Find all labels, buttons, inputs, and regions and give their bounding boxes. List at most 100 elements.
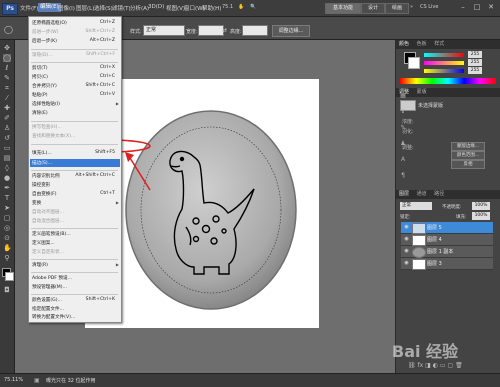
link-icon[interactable]: ⛓ xyxy=(408,362,416,369)
menu-item-step-forward[interactable]: 前进一步(W) xyxy=(32,29,59,35)
brush-presets-icon[interactable]: ✎ xyxy=(399,124,407,132)
hand-tool-icon[interactable]: ✋ xyxy=(3,244,12,252)
layer-row[interactable]: ◉ 图层 5 xyxy=(401,222,493,234)
healing-tool-icon[interactable]: ✚ xyxy=(3,104,11,112)
blur-tool-icon[interactable]: ◊ xyxy=(3,164,11,172)
menu-image[interactable]: 图像(I) xyxy=(58,4,75,12)
menu-item-define-pattern[interactable]: 定义图案... xyxy=(32,240,55,246)
mask-edge-button[interactable]: 蒙版边缘... xyxy=(451,142,485,151)
tab-masks[interactable]: 蒙版 xyxy=(417,89,427,95)
menu-item-paste[interactable]: 粘贴(P) xyxy=(32,92,48,98)
zoom-tool-icon[interactable]: 🔍 xyxy=(250,4,256,10)
menu-item-clear[interactable]: 清除(E) xyxy=(32,110,48,116)
3d-camera-tool-icon[interactable]: ⊙ xyxy=(3,234,11,242)
layer-name[interactable]: 图层 5 xyxy=(427,224,442,231)
brush-tool-icon[interactable]: ✐ xyxy=(3,114,11,122)
layer-name[interactable]: 图层 4 xyxy=(427,236,442,243)
color-spectrum-bar[interactable] xyxy=(400,78,496,84)
zoom-tool-icon[interactable]: ⚲ xyxy=(3,254,11,262)
minimize-button[interactable]: – xyxy=(458,3,468,12)
swap-icon[interactable]: ⇄ xyxy=(222,27,227,34)
menu-file[interactable]: 文件(F) xyxy=(20,4,38,12)
background-color-swatch[interactable] xyxy=(5,272,14,281)
menu-3d[interactable]: 3D(D) xyxy=(148,4,164,10)
menu-item-transform[interactable]: 变换 xyxy=(32,200,41,206)
menu-item-fade[interactable]: 渐隐(D)... xyxy=(32,52,53,58)
new-layer-icon[interactable]: ▢ xyxy=(448,362,454,369)
menu-select[interactable]: 选择(S) xyxy=(94,4,113,12)
tab-paths[interactable]: 路径 xyxy=(434,191,444,197)
menu-item-define-shape[interactable]: 定义自定形状... xyxy=(32,249,64,255)
menu-item-fill[interactable]: 填充(L)... xyxy=(32,150,52,156)
menu-layer[interactable]: 图层(L) xyxy=(76,4,94,12)
invert-button[interactable]: 反相 xyxy=(451,160,485,169)
marquee-tool-icon[interactable]: ◯ xyxy=(3,54,11,62)
menu-item-auto-align[interactable]: 自动对齐图层... xyxy=(32,209,64,215)
quick-mask-icon[interactable]: ◘ xyxy=(3,286,11,294)
menu-item-undo[interactable]: 还原椭圆选框(O) xyxy=(32,20,67,26)
menu-item-content-aware-scale[interactable]: 内容识别比例 xyxy=(32,173,60,179)
eraser-tool-icon[interactable]: ▭ xyxy=(3,144,11,152)
mask-icon[interactable]: ◨ xyxy=(425,362,431,369)
menu-item-paste-special[interactable]: 选择性粘贴(I) xyxy=(32,101,60,107)
layer-name[interactable]: 图层 1 副本 xyxy=(427,248,453,255)
character-icon[interactable]: A xyxy=(399,156,407,164)
green-slider[interactable] xyxy=(424,61,464,65)
height-input[interactable] xyxy=(242,25,268,36)
red-value[interactable]: 255 xyxy=(468,51,482,58)
close-button[interactable]: ✕ xyxy=(486,3,496,12)
menu-item-assign-profile[interactable]: 指定配置文件... xyxy=(32,306,64,312)
clone-source-icon[interactable]: ♟ xyxy=(399,140,407,148)
menu-item-find-replace[interactable]: 查找和替换文本(X)... xyxy=(32,133,75,139)
folder-icon[interactable]: ▭ xyxy=(440,362,446,369)
more-workspaces-button[interactable]: » xyxy=(410,4,413,10)
zoom-level[interactable]: 75.1 xyxy=(222,4,233,10)
menu-item-purge[interactable]: 清理(R) xyxy=(32,262,48,268)
style-select[interactable]: 正常 xyxy=(143,25,185,36)
blend-mode-select[interactable]: 正常 xyxy=(400,202,432,210)
lasso-tool-icon[interactable]: ℓ xyxy=(3,64,11,72)
width-input[interactable] xyxy=(198,25,224,36)
menu-item-define-brush[interactable]: 定义画笔预设(B)... xyxy=(32,231,71,237)
gradient-tool-icon[interactable]: ▤ xyxy=(3,154,11,162)
workspace-essentials[interactable]: 基本功能 xyxy=(325,3,361,14)
eyedropper-tool-icon[interactable]: ⁄ xyxy=(3,94,11,102)
history-icon[interactable]: ▦ xyxy=(399,92,407,100)
menu-item-copy[interactable]: 拷贝(C) xyxy=(32,74,48,80)
path-select-tool-icon[interactable]: ➤ xyxy=(3,204,11,212)
menu-item-copy-merged[interactable]: 合并拷贝(Y) xyxy=(32,83,57,89)
menu-item-preset-manager[interactable]: 预设管理器(M)... xyxy=(32,284,67,290)
eye-icon[interactable]: ◉ xyxy=(403,236,410,243)
tab-layers[interactable]: 图层 xyxy=(399,191,409,197)
menu-item-spell-check[interactable]: 拼写检查(H)... xyxy=(32,124,62,130)
menu-item-cut[interactable]: 剪切(T) xyxy=(32,65,48,71)
menu-item-auto-blend[interactable]: 自动混合图层... xyxy=(32,218,64,224)
menu-item-color-settings[interactable]: 颜色设置(G)... xyxy=(32,297,62,303)
color-range-button[interactable]: 颜色范围... xyxy=(451,151,485,160)
quick-select-tool-icon[interactable]: ✎ xyxy=(3,74,11,82)
dodge-tool-icon[interactable]: ● xyxy=(3,174,11,182)
ellipse-marquee-icon[interactable]: ◯ xyxy=(4,25,13,34)
layer-name[interactable]: 图层 3 xyxy=(427,260,442,267)
layer-row[interactable]: ◉ 图层 3 xyxy=(401,258,493,270)
blue-value[interactable]: 255 xyxy=(468,67,482,74)
opacity-input[interactable]: 100% xyxy=(472,202,490,210)
eye-icon[interactable]: ◉ xyxy=(403,248,410,255)
eye-icon[interactable]: ◉ xyxy=(403,224,410,231)
cs-live-button[interactable]: CS Live xyxy=(420,4,438,10)
green-value[interactable]: 255 xyxy=(468,59,482,66)
blue-slider[interactable] xyxy=(424,69,464,73)
status-zoom[interactable]: 75.11% xyxy=(4,377,23,383)
workspace-painting[interactable]: 绘画 xyxy=(385,3,409,14)
menu-item-pdf-presets[interactable]: Adobe PDF 预设... xyxy=(32,275,72,281)
menu-item-free-transform[interactable]: 自由变换(F) xyxy=(32,191,57,197)
stamp-tool-icon[interactable]: ♙ xyxy=(3,124,11,132)
tab-channels[interactable]: 通道 xyxy=(417,191,427,197)
pen-tool-icon[interactable]: ✒ xyxy=(3,184,11,192)
tab-swatches[interactable]: 色板 xyxy=(417,41,427,47)
trash-icon[interactable]: 🗑 xyxy=(455,362,463,369)
menu-filter[interactable]: 滤镜(T) xyxy=(112,4,131,12)
paragraph-icon[interactable]: ¶ xyxy=(399,172,407,180)
history-brush-tool-icon[interactable]: ↺ xyxy=(3,134,11,142)
menu-item-step-backward[interactable]: 后退一步(K) xyxy=(32,38,57,44)
